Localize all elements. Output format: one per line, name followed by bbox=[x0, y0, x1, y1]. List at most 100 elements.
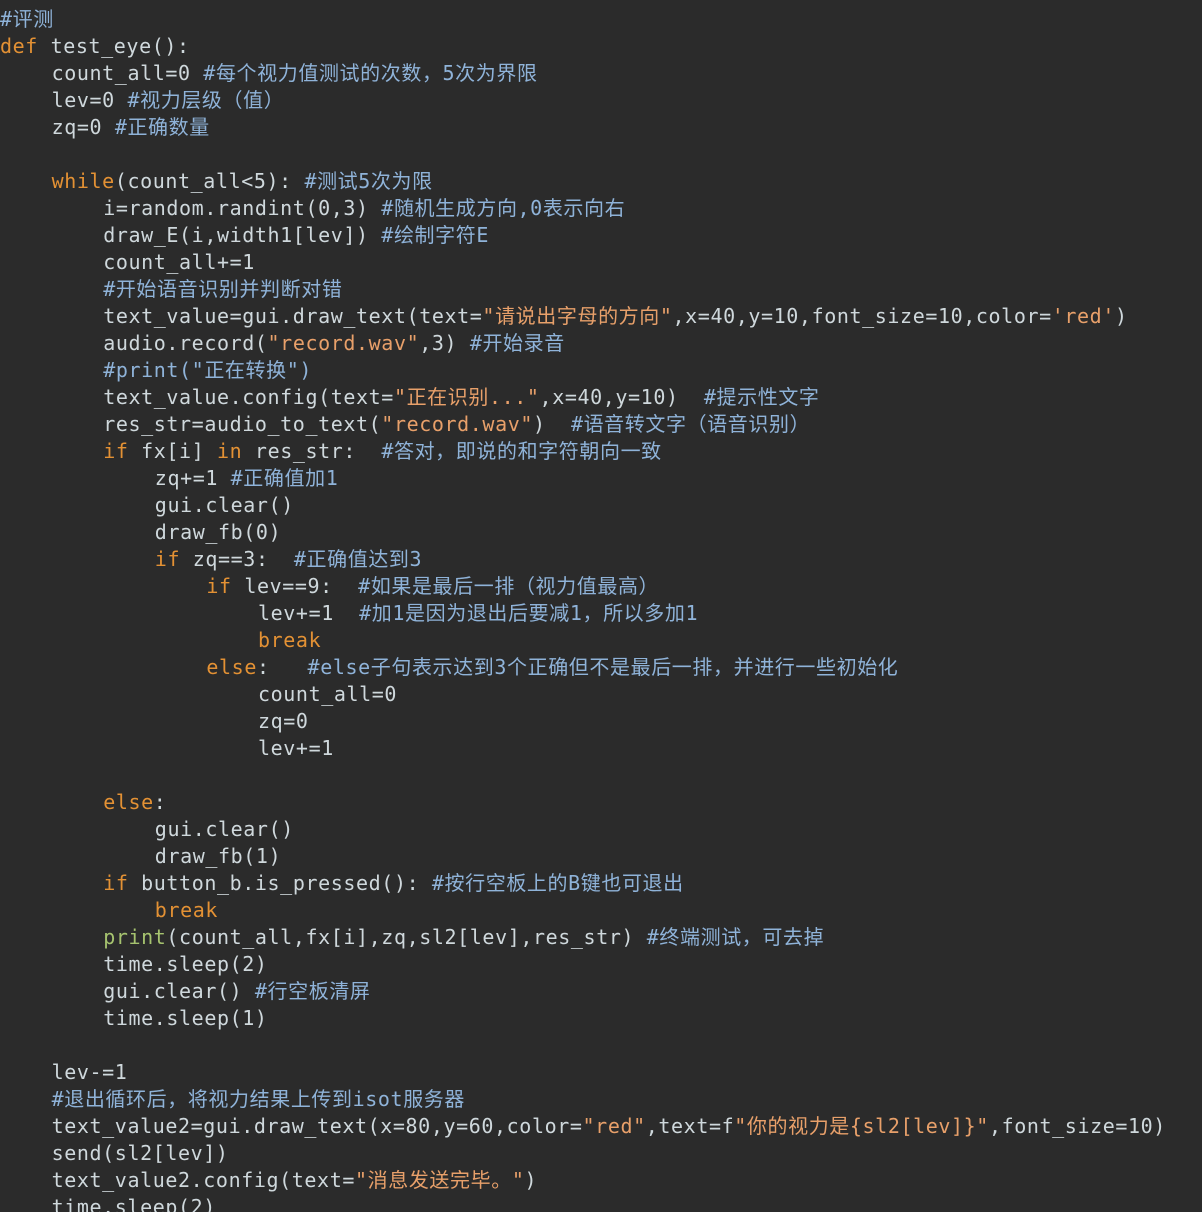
code-line[interactable]: audio.record("record.wav",3) #开始录音 bbox=[103, 330, 565, 357]
code-token-keyword: else bbox=[103, 790, 154, 814]
code-token-plain: button_b.is_pressed(): bbox=[128, 871, 432, 895]
code-token-plain: ) bbox=[533, 412, 571, 436]
code-token-plain: text_value2=gui.draw_text(x=80,y=60,colo… bbox=[51, 1114, 583, 1138]
code-token-plain: ,x=40,y=10) bbox=[539, 385, 704, 409]
code-token-keyword: if bbox=[103, 871, 129, 895]
code-token-keyword: while bbox=[51, 169, 115, 193]
code-line[interactable]: text_value.config(text="正在识别...",x=40,y=… bbox=[103, 384, 819, 411]
code-token-comment: #正确值达到3 bbox=[293, 547, 423, 571]
code-token-plain: gui.clear() bbox=[154, 817, 294, 841]
code-token-comment: #绘制字符E bbox=[381, 223, 489, 247]
code-line[interactable]: draw_fb(0) bbox=[155, 519, 281, 546]
code-line[interactable]: gui.clear() bbox=[155, 816, 294, 843]
code-token-builtin: print bbox=[103, 925, 167, 949]
code-token-comment: #如果是最后一排（视力值最高） bbox=[358, 574, 660, 598]
code-editor[interactable]: #评测 def test_eye(): count_all=0 #每个视力值测试的次… bbox=[0, 0, 1202, 1212]
code-token-plain: draw_fb(0) bbox=[154, 520, 282, 544]
code-line[interactable]: #评测 bbox=[0, 6, 54, 33]
code-line[interactable]: print(count_all,fx[i],zq,sl2[lev],res_st… bbox=[103, 924, 824, 951]
code-token-keyword: if bbox=[103, 439, 129, 463]
code-line[interactable]: send(sl2[lev]) bbox=[52, 1140, 229, 1167]
code-line[interactable]: zq+=1 #正确值加1 bbox=[155, 465, 339, 492]
code-token-plain: lev+=1 bbox=[258, 736, 334, 760]
code-line[interactable]: gui.clear() #行空板清屏 bbox=[103, 978, 370, 1005]
code-token-string: "正在识别..." bbox=[393, 385, 540, 409]
code-token-keyword: break bbox=[258, 628, 322, 652]
code-token-string: "record.wav" bbox=[267, 331, 420, 355]
code-token-keyword: in bbox=[216, 439, 243, 463]
code-line[interactable]: time.sleep(1) bbox=[103, 1005, 267, 1032]
code-token-plain: send(sl2[lev]) bbox=[51, 1141, 229, 1165]
code-line[interactable]: lev-=1 bbox=[52, 1059, 128, 1086]
code-token-plain: lev==9: bbox=[231, 574, 359, 598]
code-token-plain: res_str: bbox=[242, 439, 382, 463]
code-token-plain: ,font_size=10) bbox=[988, 1114, 1166, 1138]
code-token-plain: count_all+=1 bbox=[103, 250, 255, 274]
code-line[interactable]: def test_eye(): bbox=[0, 33, 190, 60]
code-line[interactable]: if button_b.is_pressed(): #按行空板上的B键也可退出 bbox=[103, 870, 684, 897]
code-line[interactable]: #开始语音识别并判断对错 bbox=[103, 276, 342, 303]
code-line[interactable]: while(count_all<5): #测试5次为限 bbox=[52, 168, 433, 195]
code-line[interactable]: else: #else子句表示达到3个正确但不是最后一排，并进行一些初始化 bbox=[206, 654, 898, 681]
code-token-plain: ) bbox=[524, 1168, 538, 1192]
code-token-plain: text_value=gui.draw_text(text= bbox=[103, 304, 483, 328]
code-token-plain: (count_all,fx[i],zq,sl2[lev],res_str) bbox=[166, 925, 647, 949]
code-token-plain: count_all=0 bbox=[51, 61, 204, 85]
code-line[interactable]: zq=0 #正确数量 bbox=[52, 114, 210, 141]
code-token-plain: time.sleep(1) bbox=[103, 1006, 268, 1030]
code-token-plain: : bbox=[153, 790, 167, 814]
code-line[interactable]: text_value=gui.draw_text(text="请说出字母的方向"… bbox=[103, 303, 1127, 330]
code-token-comment: #评测 bbox=[0, 7, 54, 31]
code-token-comment: #随机生成方向,0表示向右 bbox=[381, 196, 626, 220]
code-token-plain: time.sleep(2) bbox=[51, 1195, 216, 1212]
code-token-plain: i=random.randint(0,3) bbox=[103, 196, 382, 220]
code-token-plain: ,3) bbox=[419, 331, 470, 355]
code-line[interactable]: text_value2.config(text="消息发送完毕。") bbox=[52, 1167, 538, 1194]
code-token-comment: #开始语音识别并判断对错 bbox=[103, 277, 343, 301]
code-token-comment: #加1是因为退出后要减1，所以多加1 bbox=[359, 601, 699, 625]
code-token-comment: #开始录音 bbox=[469, 331, 565, 355]
code-line[interactable]: draw_E(i,width1[lev]) #绘制字符E bbox=[103, 222, 489, 249]
code-token-comment: #print("正在转换") bbox=[103, 358, 312, 382]
code-line[interactable]: draw_fb(1) bbox=[155, 843, 281, 870]
code-token-plain: draw_E(i,width1[lev]) bbox=[103, 223, 382, 247]
code-token-keyword: if bbox=[206, 574, 232, 598]
code-line[interactable]: if lev==9: #如果是最后一排（视力值最高） bbox=[206, 573, 659, 600]
code-token-plain: gui.clear() bbox=[103, 979, 255, 1003]
code-token-comment: #语音转文字（语音识别） bbox=[570, 412, 811, 436]
code-line[interactable]: count_all=0 #每个视力值测试的次数，5次为界限 bbox=[52, 60, 538, 87]
code-line[interactable]: if fx[i] in res_str: #答对，即说的和字符朝向一致 bbox=[103, 438, 662, 465]
code-line[interactable]: zq=0 bbox=[258, 708, 309, 735]
code-token-plain: count_all=0 bbox=[258, 682, 398, 706]
code-line[interactable]: count_all=0 bbox=[258, 681, 397, 708]
code-token-comment: #行空板清屏 bbox=[254, 979, 371, 1003]
code-token-plain: : bbox=[256, 655, 308, 679]
code-line[interactable]: time.sleep(2) bbox=[103, 951, 267, 978]
code-token-comment: #答对，即说的和字符朝向一致 bbox=[381, 439, 662, 463]
code-line[interactable]: res_str=audio_to_text("record.wav") #语音转… bbox=[103, 411, 810, 438]
code-token-plain: lev-=1 bbox=[51, 1060, 128, 1084]
code-line[interactable]: if zq==3: #正确值达到3 bbox=[155, 546, 422, 573]
code-token-plain: zq==3: bbox=[180, 547, 294, 571]
code-token-string: "消息发送完毕。" bbox=[354, 1168, 525, 1192]
code-line[interactable]: time.sleep(2) bbox=[52, 1194, 216, 1212]
code-line[interactable]: lev+=1 #加1是因为退出后要减1，所以多加1 bbox=[258, 600, 698, 627]
code-line[interactable]: count_all+=1 bbox=[103, 249, 255, 276]
code-token-keyword: else bbox=[206, 655, 257, 679]
code-line[interactable]: i=random.randint(0,3) #随机生成方向,0表示向右 bbox=[103, 195, 625, 222]
code-line[interactable]: #print("正在转换") bbox=[103, 357, 312, 384]
code-token-comment: #正确数量 bbox=[114, 115, 210, 139]
code-line[interactable]: else: bbox=[103, 789, 166, 816]
code-line[interactable]: text_value2=gui.draw_text(x=80,y=60,colo… bbox=[52, 1113, 1166, 1140]
code-line[interactable]: lev=0 #视力层级（值） bbox=[52, 87, 285, 114]
code-token-string: "你的视力是{sl2[lev]}" bbox=[734, 1114, 989, 1138]
code-line[interactable]: #退出循环后，将视力结果上传到isot服务器 bbox=[52, 1086, 465, 1113]
code-line[interactable]: break bbox=[155, 897, 218, 924]
code-token-comment: #每个视力值测试的次数，5次为界限 bbox=[203, 61, 538, 85]
code-line[interactable]: lev+=1 bbox=[258, 735, 334, 762]
code-line[interactable]: gui.clear() bbox=[155, 492, 294, 519]
code-token-plain: draw_fb(1) bbox=[154, 844, 282, 868]
code-token-plain: (count_all<5): bbox=[114, 169, 305, 193]
code-token-plain: gui.clear() bbox=[154, 493, 294, 517]
code-line[interactable]: break bbox=[258, 627, 321, 654]
